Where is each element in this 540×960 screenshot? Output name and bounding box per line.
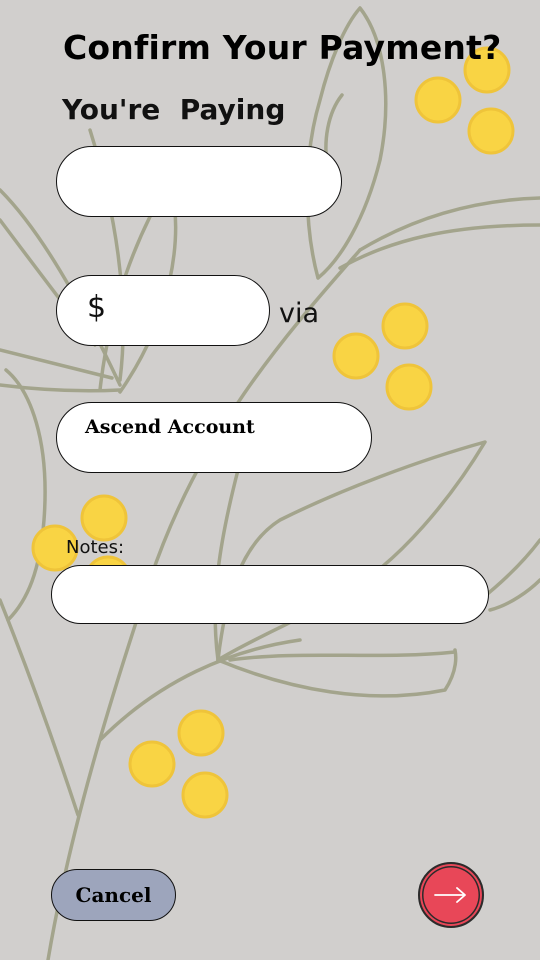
leaf-coin-background xyxy=(0,6,540,960)
amount-field[interactable]: $ xyxy=(56,275,270,346)
notes-input[interactable] xyxy=(51,565,489,624)
via-label: via xyxy=(279,298,320,329)
paying-label: You're Paying xyxy=(62,93,286,126)
next-button[interactable] xyxy=(418,862,484,928)
coin-cluster-bottom xyxy=(128,709,229,819)
notes-label: Notes: xyxy=(66,537,125,558)
cancel-button[interactable]: Cancel xyxy=(51,869,176,921)
arrow-right-icon xyxy=(434,887,466,903)
page-title: Confirm Your Payment? xyxy=(63,28,502,67)
account-selector[interactable]: Ascend Account xyxy=(56,402,372,473)
dollar-sign-label: $ xyxy=(87,290,107,325)
payee-input[interactable] xyxy=(56,146,342,217)
coin-cluster-middle-right xyxy=(332,302,433,411)
amount-input[interactable] xyxy=(117,288,261,334)
account-name: Ascend Account xyxy=(85,416,255,438)
